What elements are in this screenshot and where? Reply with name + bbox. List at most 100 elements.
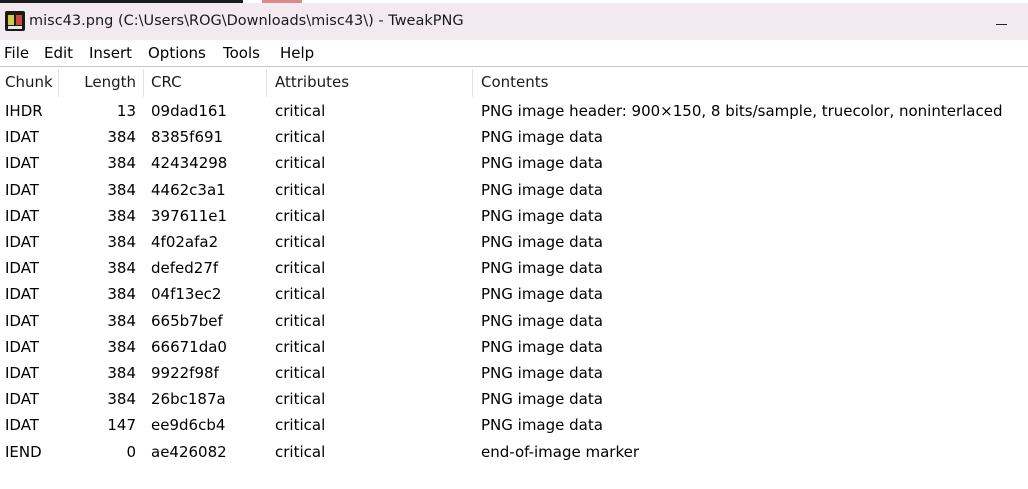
minimize-button[interactable] xyxy=(978,6,1024,42)
menu-options[interactable]: Options xyxy=(148,44,206,62)
table-row[interactable]: IDAT 384 4462c3a1 critical PNG image data xyxy=(0,177,1028,203)
cell-attributes: critical xyxy=(275,337,326,356)
cell-attributes: critical xyxy=(275,102,326,120)
cell-contents: PNG image data xyxy=(481,311,603,330)
cell-crc: 09dad161 xyxy=(151,102,227,120)
cell-length: 384 xyxy=(107,180,136,199)
menu-insert[interactable]: Insert xyxy=(89,44,132,62)
cell-attributes: critical xyxy=(275,442,326,461)
cell-crc: 665b7bef xyxy=(151,311,223,330)
cell-crc: 04f13ec2 xyxy=(151,285,222,304)
app-window: misc43.png (C:\Users\ROG\Downloads\misc4… xyxy=(0,0,1028,489)
menu-bar: File Edit Insert Options Tools Help xyxy=(0,40,1028,67)
app-icon-glyph-left xyxy=(8,15,14,25)
cell-chunk: IEND xyxy=(5,442,42,461)
cell-length: 384 xyxy=(107,311,136,330)
column-header-attributes[interactable]: Attributes xyxy=(275,67,349,97)
cell-contents: PNG image data xyxy=(481,233,603,251)
window-title: misc43.png (C:\Users\ROG\Downloads\misc4… xyxy=(29,13,464,29)
cell-contents: PNG image data xyxy=(481,206,603,225)
menu-help[interactable]: Help xyxy=(280,44,314,62)
table-row[interactable]: IDAT 384 04f13ec2 critical PNG image data xyxy=(0,281,1028,307)
app-icon-glyph-base xyxy=(8,26,22,29)
cell-contents: PNG image header: 900×150, 8 bits/sample… xyxy=(481,102,1003,120)
cell-contents: PNG image data xyxy=(481,337,603,356)
cell-length: 384 xyxy=(107,154,136,173)
cell-crc: ee9d6cb4 xyxy=(151,416,226,435)
cell-crc: 9922f98f xyxy=(151,364,219,382)
menu-tools[interactable]: Tools xyxy=(223,44,260,62)
cell-contents: PNG image data xyxy=(481,154,603,173)
cell-contents: PNG image data xyxy=(481,128,603,147)
cell-length: 384 xyxy=(107,206,136,225)
cell-attributes: critical xyxy=(275,154,326,173)
table-row[interactable]: IDAT 384 8385f691 critical PNG image data xyxy=(0,124,1028,150)
cell-crc: 397611e1 xyxy=(151,206,228,225)
cell-contents: PNG image data xyxy=(481,180,603,199)
cell-chunk: IDAT xyxy=(5,128,39,147)
table-row[interactable]: IDAT 384 26bc187a critical PNG image data xyxy=(0,386,1028,412)
table-row[interactable]: IDAT 384 4f02afa2 critical PNG image data xyxy=(0,229,1028,255)
cell-chunk: IDAT xyxy=(5,364,39,382)
cell-chunk: IHDR xyxy=(5,102,43,120)
table-row[interactable]: IDAT 384 defed27f critical PNG image data xyxy=(0,255,1028,281)
cell-crc: 42434298 xyxy=(151,154,228,173)
column-divider[interactable] xyxy=(58,69,59,97)
cell-crc: 4f02afa2 xyxy=(151,233,219,251)
cell-length: 0 xyxy=(126,442,136,461)
table-row[interactable]: IDAT 384 9922f98f critical PNG image data xyxy=(0,360,1028,386)
menu-edit[interactable]: Edit xyxy=(44,44,73,62)
cell-length: 384 xyxy=(107,390,136,409)
cell-length: 384 xyxy=(107,337,136,356)
cell-attributes: critical xyxy=(275,180,326,199)
cell-attributes: critical xyxy=(275,259,326,278)
minimize-icon xyxy=(995,23,1007,25)
cell-chunk: IDAT xyxy=(5,416,39,435)
cell-attributes: critical xyxy=(275,128,326,147)
title-bar[interactable]: misc43.png (C:\Users\ROG\Downloads\misc4… xyxy=(0,3,1028,40)
column-header-chunk[interactable]: Chunk xyxy=(5,67,53,97)
cell-attributes: critical xyxy=(275,416,326,435)
cell-attributes: critical xyxy=(275,311,326,330)
column-header-length[interactable]: Length xyxy=(60,67,136,97)
cell-chunk: IDAT xyxy=(5,154,39,173)
cell-chunk: IDAT xyxy=(5,180,39,199)
table-row[interactable]: IHDR 13 09dad161 critical PNG image header: … xyxy=(0,98,1028,124)
cell-attributes: critical xyxy=(275,390,326,409)
app-icon-glyph-right xyxy=(16,15,22,25)
cell-crc: ae426082 xyxy=(151,442,227,461)
tweakpng-app-icon[interactable] xyxy=(5,11,25,31)
column-divider[interactable] xyxy=(143,69,144,97)
cell-attributes: critical xyxy=(275,285,326,304)
cell-contents: PNG image data xyxy=(481,259,603,278)
column-divider[interactable] xyxy=(266,69,267,97)
column-header-contents[interactable]: Contents xyxy=(481,67,548,97)
table-row[interactable]: IDAT 384 66671da0 critical PNG image data xyxy=(0,334,1028,360)
column-divider[interactable] xyxy=(472,69,473,97)
cell-contents: PNG image data xyxy=(481,390,603,409)
cell-chunk: IDAT xyxy=(5,337,39,356)
table-row[interactable]: IDAT 384 397611e1 critical PNG image data xyxy=(0,203,1028,229)
cell-chunk: IDAT xyxy=(5,311,39,330)
cell-chunk: IDAT xyxy=(5,259,39,278)
table-row[interactable]: IEND 0 ae426082 critical end-of-image marker xyxy=(0,439,1028,465)
cell-contents: end-of-image marker xyxy=(481,442,640,461)
table-row[interactable]: IDAT 384 42434298 critical PNG image data xyxy=(0,150,1028,176)
table-row[interactable]: IDAT 147 ee9d6cb4 critical PNG image data xyxy=(0,412,1028,438)
menu-file[interactable]: File xyxy=(4,44,29,62)
cell-contents: PNG image data xyxy=(481,285,603,304)
cell-attributes: critical xyxy=(275,364,326,382)
cell-chunk: IDAT xyxy=(5,390,39,409)
cell-length: 13 xyxy=(116,102,136,120)
list-header: Chunk Length CRC Attributes Contents xyxy=(0,67,1028,97)
cell-length: 384 xyxy=(107,285,136,304)
cell-crc: 66671da0 xyxy=(151,337,227,356)
cell-chunk: IDAT xyxy=(5,206,39,225)
cell-contents: PNG image data xyxy=(481,364,603,382)
cell-contents: PNG image data xyxy=(481,416,603,435)
column-header-crc[interactable]: CRC xyxy=(151,67,182,97)
cell-length: 147 xyxy=(107,416,136,435)
cell-crc: 4462c3a1 xyxy=(151,180,226,199)
table-row[interactable]: IDAT 384 665b7bef critical PNG image data xyxy=(0,308,1028,334)
cell-chunk: IDAT xyxy=(5,285,39,304)
